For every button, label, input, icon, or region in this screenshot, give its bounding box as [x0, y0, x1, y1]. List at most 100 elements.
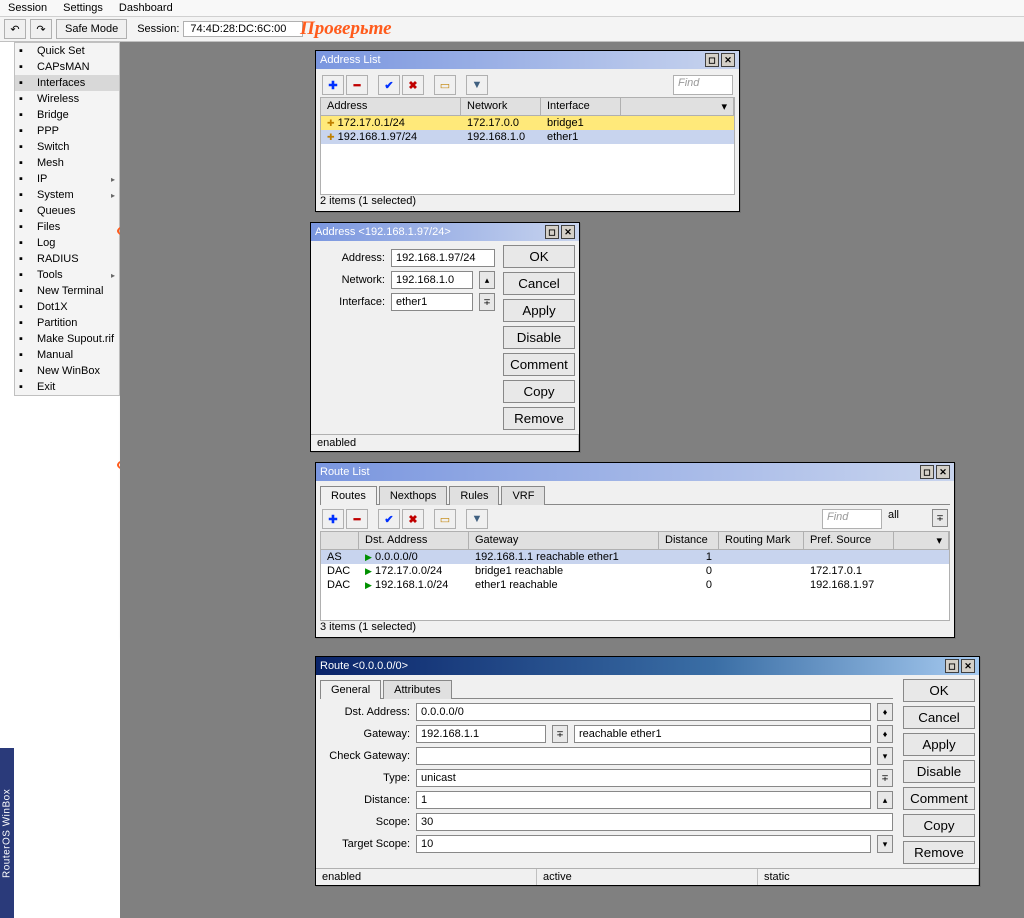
tab-attributes[interactable]: Attributes — [383, 680, 451, 699]
filter-button[interactable]: ▼ — [466, 509, 488, 529]
disable-button[interactable]: Disable — [503, 326, 575, 349]
interface-dropdown-icon[interactable]: ∓ — [479, 293, 495, 311]
disable-button[interactable]: Disable — [903, 760, 975, 783]
address-row[interactable]: ✚ 192.168.1.97/24192.168.1.0ether1 — [321, 130, 734, 144]
col-network[interactable]: Network — [461, 98, 541, 115]
disable-button[interactable]: ✖ — [402, 75, 424, 95]
scope-input[interactable]: 30 — [416, 813, 893, 831]
sidebar-item-log[interactable]: ▪Log — [15, 235, 119, 251]
safe-mode-button[interactable]: Safe Mode — [56, 19, 127, 39]
sidebar-item-make-supout-rif[interactable]: ▪Make Supout.rif — [15, 331, 119, 347]
minimize-icon[interactable]: ◻ — [545, 225, 559, 239]
comment-button[interactable]: ▭ — [434, 75, 456, 95]
col-routing-mark[interactable]: Routing Mark — [719, 532, 804, 549]
menu-session[interactable]: Session — [8, 2, 47, 14]
cancel-button[interactable]: Cancel — [503, 272, 575, 295]
add-button[interactable]: ✚ — [322, 509, 344, 529]
sidebar-item-capsman[interactable]: ▪CAPsMAN — [15, 59, 119, 75]
sidebar-item-exit[interactable]: ▪Exit — [15, 379, 119, 395]
sidebar-item-new-winbox[interactable]: ▪New WinBox — [15, 363, 119, 379]
col-flags[interactable] — [321, 532, 359, 549]
tab-nexthops[interactable]: Nexthops — [379, 486, 447, 505]
sidebar-item-radius[interactable]: ▪RADIUS — [15, 251, 119, 267]
minimize-icon[interactable]: ◻ — [920, 465, 934, 479]
ok-button[interactable]: OK — [503, 245, 575, 268]
filter-dropdown-icon[interactable]: ∓ — [932, 509, 948, 527]
gateway-dropdown-icon[interactable]: ∓ — [552, 725, 568, 743]
menu-settings[interactable]: Settings — [63, 2, 103, 14]
tab-vrf[interactable]: VRF — [501, 486, 545, 505]
cancel-button[interactable]: Cancel — [903, 706, 975, 729]
remove-button[interactable]: ━ — [346, 509, 368, 529]
address-row[interactable]: ✚ 172.17.0.1/24172.17.0.0bridge1 — [321, 116, 734, 130]
add-button[interactable]: ✚ — [322, 75, 344, 95]
find-input[interactable]: Find — [673, 75, 733, 95]
gateway-input[interactable]: 192.168.1.1 — [416, 725, 546, 743]
col-interface[interactable]: Interface — [541, 98, 621, 115]
apply-button[interactable]: Apply — [903, 733, 975, 756]
close-icon[interactable]: ✕ — [936, 465, 950, 479]
route-row[interactable]: DAC▶ 192.168.1.0/24ether1 reachable0192.… — [321, 578, 949, 592]
filter-button[interactable]: ▼ — [466, 75, 488, 95]
copy-button[interactable]: Copy — [503, 380, 575, 403]
route-row[interactable]: AS▶ 0.0.0.0/0192.168.1.1 reachable ether… — [321, 550, 949, 564]
tab-rules[interactable]: Rules — [449, 486, 499, 505]
comment-button[interactable]: Comment — [903, 787, 975, 810]
route-dialog-titlebar[interactable]: Route <0.0.0.0/0> ◻ ✕ — [316, 657, 979, 675]
remove-button[interactable]: Remove — [503, 407, 575, 430]
minimize-icon[interactable]: ◻ — [705, 53, 719, 67]
tab-routes[interactable]: Routes — [320, 486, 377, 505]
find-input[interactable]: Find — [822, 509, 882, 529]
sidebar-item-bridge[interactable]: ▪Bridge — [15, 107, 119, 123]
type-select[interactable]: unicast — [416, 769, 871, 787]
scroll-up-icon[interactable]: ♦ — [877, 703, 893, 721]
tab-general[interactable]: General — [320, 680, 381, 699]
close-icon[interactable]: ✕ — [961, 659, 975, 673]
sidebar-item-manual[interactable]: ▪Manual — [15, 347, 119, 363]
distance-up-icon[interactable]: ▴ — [877, 791, 893, 809]
interface-select[interactable]: ether1 — [391, 293, 473, 311]
undo-button[interactable]: ↶ — [4, 19, 26, 39]
menu-dashboard[interactable]: Dashboard — [119, 2, 173, 14]
sidebar-item-wireless[interactable]: ▪Wireless — [15, 91, 119, 107]
remove-button[interactable]: ━ — [346, 75, 368, 95]
sidebar-item-mesh[interactable]: ▪Mesh — [15, 155, 119, 171]
dst-input[interactable]: 0.0.0.0/0 — [416, 703, 871, 721]
address-dialog-titlebar[interactable]: Address <192.168.1.97/24> ◻ ✕ — [311, 223, 579, 241]
ok-button[interactable]: OK — [903, 679, 975, 702]
minimize-icon[interactable]: ◻ — [945, 659, 959, 673]
address-list-titlebar[interactable]: Address List ◻ ✕ — [316, 51, 739, 69]
col-distance[interactable]: Distance — [659, 532, 719, 549]
type-dropdown-icon[interactable]: ∓ — [877, 769, 893, 787]
redo-button[interactable]: ↷ — [30, 19, 52, 39]
gateway-add-icon[interactable]: ♦ — [877, 725, 893, 743]
route-list-titlebar[interactable]: Route List ◻ ✕ — [316, 463, 954, 481]
col-pref-source[interactable]: Pref. Source — [804, 532, 894, 549]
sidebar-item-system[interactable]: ▪System▸ — [15, 187, 119, 203]
sidebar-item-partition[interactable]: ▪Partition — [15, 315, 119, 331]
apply-button[interactable]: Apply — [503, 299, 575, 322]
address-input[interactable]: 192.168.1.97/24 — [391, 249, 495, 267]
close-icon[interactable]: ✕ — [721, 53, 735, 67]
sidebar-item-new-terminal[interactable]: ▪New Terminal — [15, 283, 119, 299]
close-icon[interactable]: ✕ — [561, 225, 575, 239]
network-up-icon[interactable]: ▴ — [479, 271, 495, 289]
sidebar-item-ip[interactable]: ▪IP▸ — [15, 171, 119, 187]
enable-button[interactable]: ✔ — [378, 75, 400, 95]
scroll-down-icon[interactable]: ▾ — [877, 835, 893, 853]
filter-all-select[interactable]: all — [888, 509, 930, 529]
sidebar-item-quick-set[interactable]: ▪Quick Set — [15, 43, 119, 59]
sidebar-item-ppp[interactable]: ▪PPP — [15, 123, 119, 139]
comment-button[interactable]: ▭ — [434, 509, 456, 529]
distance-input[interactable]: 1 — [416, 791, 871, 809]
remove-button[interactable]: Remove — [903, 841, 975, 864]
comment-button[interactable]: Comment — [503, 353, 575, 376]
col-menu-icon[interactable]: ▾ — [621, 98, 734, 115]
col-menu-icon[interactable]: ▾ — [894, 532, 949, 549]
sidebar-item-tools[interactable]: ▪Tools▸ — [15, 267, 119, 283]
network-input[interactable]: 192.168.1.0 — [391, 271, 473, 289]
route-row[interactable]: DAC▶ 172.17.0.0/24bridge1 reachable0172.… — [321, 564, 949, 578]
target-scope-input[interactable]: 10 — [416, 835, 871, 853]
enable-button[interactable]: ✔ — [378, 509, 400, 529]
check-gateway-dropdown-icon[interactable]: ▾ — [877, 747, 893, 765]
